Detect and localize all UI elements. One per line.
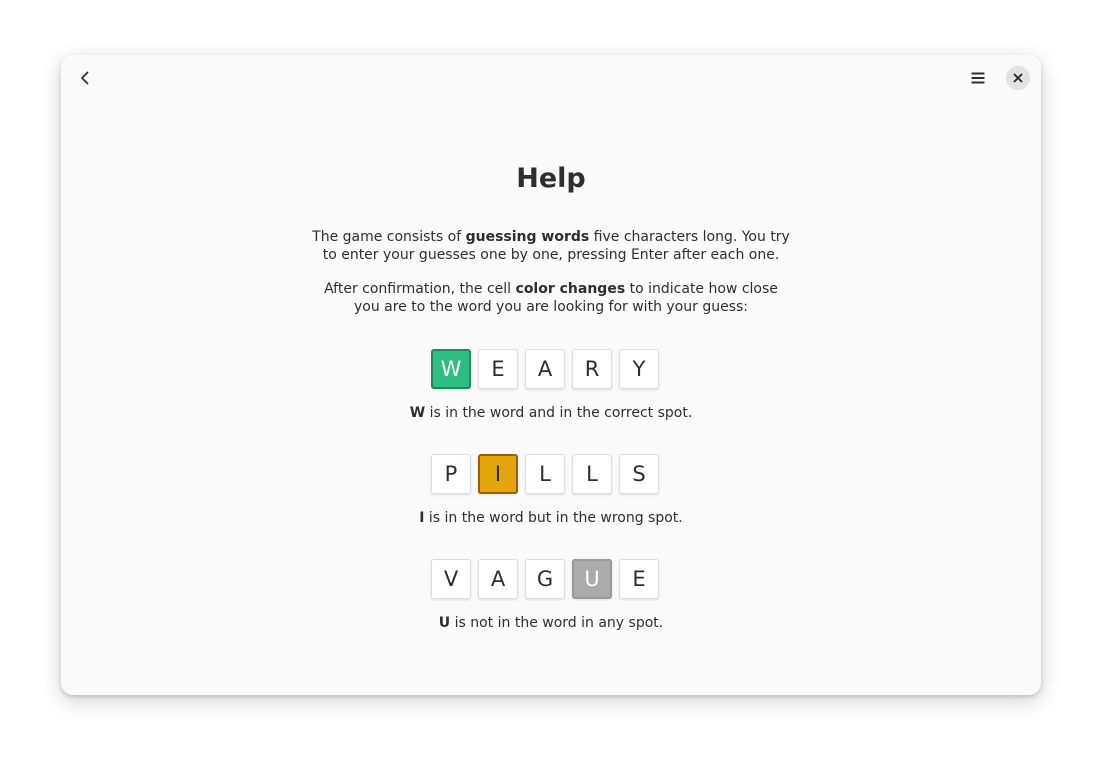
- caption-letter: U: [438, 615, 451, 631]
- letter-tile: E: [478, 349, 518, 389]
- caption-letter: W: [409, 405, 426, 421]
- hamburger-menu-icon: [971, 72, 985, 84]
- caption-present: I is in the word but in the wrong spot.: [61, 509, 1041, 527]
- letter-tile: R: [572, 349, 612, 389]
- close-button[interactable]: [1006, 66, 1030, 90]
- go-previous-icon: [81, 71, 89, 85]
- example-word-absent: V A G U E: [431, 559, 659, 599]
- letter-tile: E: [619, 559, 659, 599]
- letter-tile: L: [525, 454, 565, 494]
- letter-tile: P: [431, 454, 471, 494]
- letter-tile: W: [431, 349, 471, 389]
- intro-text-bold: guessing words: [465, 229, 590, 245]
- example-word-present: P I L L S: [431, 454, 659, 494]
- letter-tile: A: [525, 349, 565, 389]
- letter-tile: G: [525, 559, 565, 599]
- page-title: Help: [516, 163, 586, 194]
- caption-text: is in the word but in the wrong spot.: [424, 510, 683, 526]
- letter-tile: V: [431, 559, 471, 599]
- color-text-pre: After confirmation, the cell: [324, 281, 516, 297]
- letter-tile: A: [478, 559, 518, 599]
- color-text-bold: color changes: [515, 281, 626, 297]
- caption-correct: W is in the word and in the correct spot…: [61, 404, 1041, 422]
- help-window: Help The game consists of guessing words…: [61, 55, 1041, 695]
- letter-tile: I: [478, 454, 518, 494]
- intro-paragraph: The game consists of guessing words five…: [311, 229, 791, 264]
- close-icon: [1013, 73, 1023, 83]
- caption-text: is not in the word in any spot.: [450, 615, 664, 631]
- caption-absent: U is not in the word in any spot.: [61, 614, 1041, 632]
- caption-text: is in the word and in the correct spot.: [425, 405, 693, 421]
- letter-tile: Y: [619, 349, 659, 389]
- color-paragraph: After confirmation, the cell color chang…: [311, 281, 791, 316]
- headerbar: [61, 55, 1041, 101]
- example-word-correct: W E A R Y: [431, 349, 659, 389]
- main-menu-button[interactable]: [964, 64, 992, 92]
- letter-tile: L: [572, 454, 612, 494]
- intro-text-pre: The game consists of: [312, 229, 466, 245]
- back-button[interactable]: [71, 64, 99, 92]
- letter-tile: S: [619, 454, 659, 494]
- letter-tile: U: [572, 559, 612, 599]
